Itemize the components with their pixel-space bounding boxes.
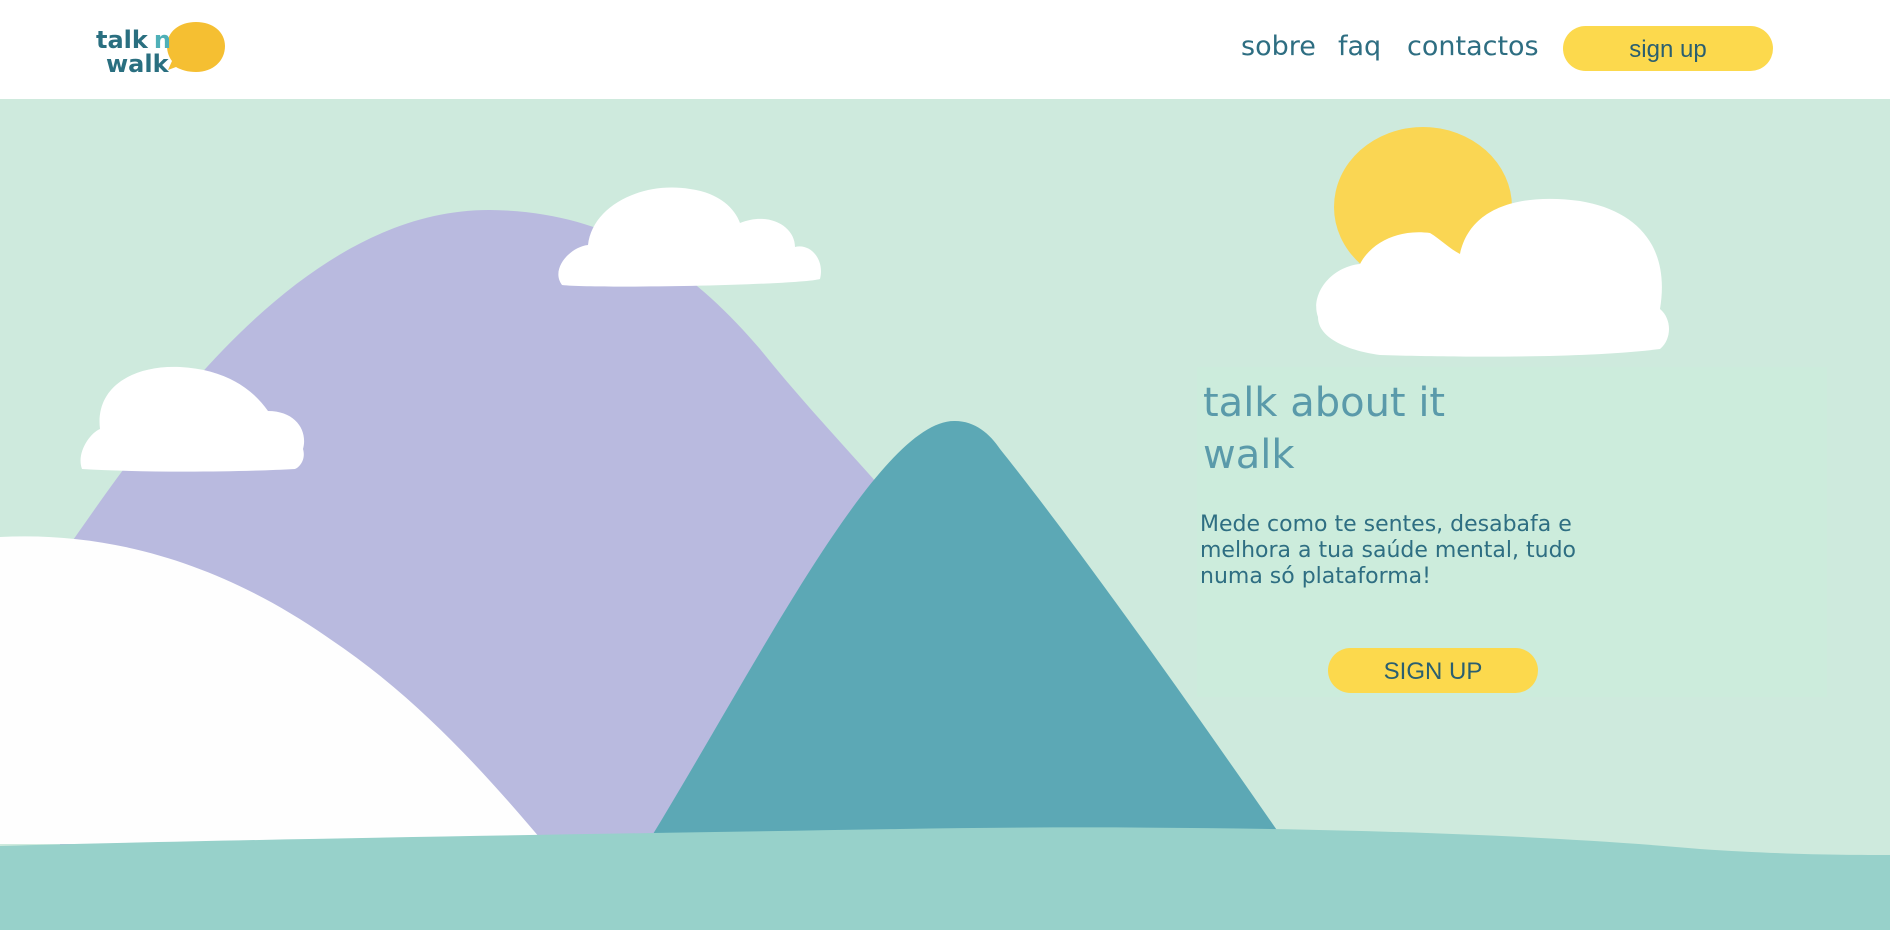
- logo-text-line2: walk: [106, 50, 169, 78]
- site-header: talk n walk sobre faq contactos sign up: [0, 0, 1890, 99]
- ground: [0, 827, 1890, 930]
- cloud-top: [558, 187, 821, 287]
- nav-link-contactos[interactable]: contactos: [1407, 30, 1539, 64]
- nav-link-sobre[interactable]: sobre: [1241, 30, 1316, 64]
- logo[interactable]: talk n walk: [96, 18, 236, 80]
- nav-link-faq[interactable]: faq: [1338, 30, 1381, 64]
- speech-bubble-icon: [167, 22, 225, 72]
- logo-text-line1: talk n: [96, 26, 171, 54]
- hero-signup-button[interactable]: SIGN UP: [1328, 648, 1538, 693]
- hero-title: talk about it walk: [1203, 380, 1446, 478]
- hero-description: Mede como te sentes, desabafa e melhora …: [1200, 512, 1577, 589]
- header-signup-button[interactable]: sign up: [1563, 26, 1773, 71]
